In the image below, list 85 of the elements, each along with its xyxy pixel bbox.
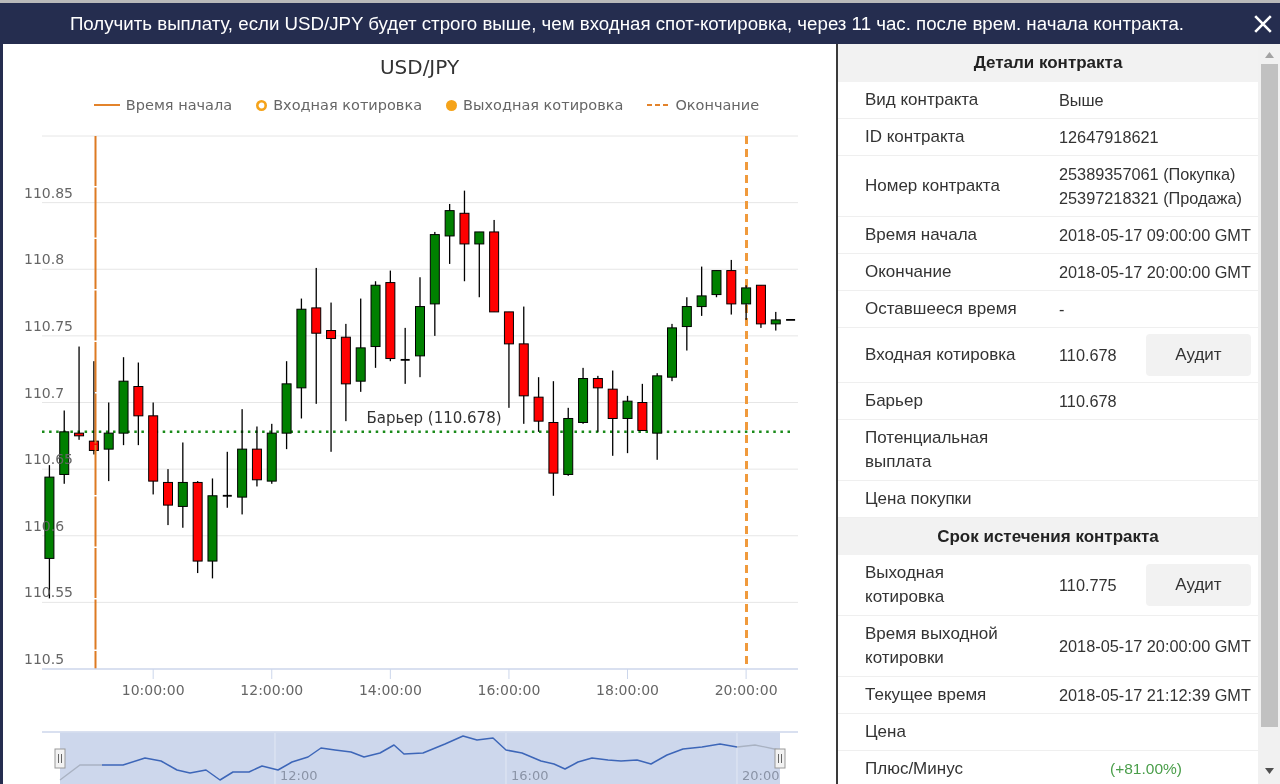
tick-label: 18:00:00: [596, 682, 659, 698]
dashed-line-icon: [647, 104, 670, 106]
candlestick: [786, 319, 796, 321]
field-value: 2018-05-17 09:00:00 GMT: [1059, 225, 1251, 246]
field-label: ID контракта: [864, 126, 966, 148]
field-label: Окончание: [864, 261, 953, 283]
field-label: Оставшееся время: [864, 298, 1018, 320]
candlestick: [533, 377, 544, 432]
field-value: 2018-05-17 21:12:39 GMT: [1059, 685, 1251, 706]
legend-item[interactable]: Время начала: [93, 95, 233, 115]
field-label: Цена покупки: [864, 488, 973, 510]
line-icon: [93, 104, 120, 106]
candlestick: [578, 367, 589, 424]
tick-label: 16:00:00: [477, 682, 541, 698]
barrier-label: Барьер (110.678): [366, 408, 502, 427]
tick-label: 10:00:00: [121, 682, 185, 698]
candlestick: [637, 383, 648, 431]
candlestick: [444, 203, 455, 264]
chart-title: USD/JPY: [378, 55, 461, 79]
axis-label: 12:00: [280, 768, 318, 783]
candlestick: [726, 259, 737, 315]
field-value: 110.678: [1059, 345, 1117, 366]
candlestick: [251, 426, 262, 487]
tick-label: 110.85: [24, 184, 73, 201]
audit-button[interactable]: Аудит: [1146, 564, 1251, 606]
ring-icon: [256, 99, 268, 111]
section-header: Срок истечения контракта: [838, 518, 1258, 555]
section-header: Детали контракта: [838, 44, 1258, 82]
field-value: -: [1059, 299, 1065, 320]
audit-button[interactable]: Аудит: [1146, 334, 1251, 376]
field-value: 2018-05-17 20:00:00 GMT: [1059, 262, 1251, 283]
tick-label: 110.75: [24, 317, 73, 334]
candlestick: [681, 297, 692, 351]
field-value: 110.678: [1059, 391, 1117, 412]
tick-label: 20:00:00: [714, 682, 778, 698]
legend-item[interactable]: Окончание: [647, 95, 760, 115]
legend-item[interactable]: Выходная котировка: [446, 95, 624, 115]
field-label: Выходная котировка: [864, 562, 946, 608]
field-label: Текущее время: [864, 684, 988, 706]
field-value: 12647918621: [1059, 127, 1159, 148]
tick-label: 110.5: [24, 651, 65, 667]
field-value: 25389357061 (Покупка): [1059, 164, 1237, 185]
candlestick: [266, 423, 277, 484]
field-label: Плюс/Минус: [864, 758, 964, 780]
range-handle[interactable]: [774, 748, 786, 769]
candlestick: [400, 327, 410, 384]
dialog-title: Получить выплату, если USD/JPY будет строго выше, чем входная спот-котировка, через 11 час. после врем. начала контракта.: [68, 12, 1186, 35]
tick-label: 12:00:00: [240, 682, 304, 698]
candlestick: [474, 231, 485, 298]
dot-icon: [446, 99, 458, 111]
field-label: Потенциальная выплата: [864, 427, 990, 473]
field-label: Вид контракта: [864, 89, 980, 111]
field-label: Барьер: [864, 390, 924, 412]
candlestick: [592, 375, 603, 432]
percent-change: (+81.00%): [1110, 759, 1182, 779]
field-label: Время выходной котировки: [864, 623, 999, 669]
close-button[interactable]: [1254, 14, 1272, 33]
close-icon: [1254, 14, 1272, 33]
tick-label: 110.7: [24, 384, 65, 401]
field-label: Цена: [864, 721, 907, 743]
field-value: 110.775: [1059, 575, 1117, 596]
legend-item[interactable]: Входная котировка: [256, 95, 423, 115]
scrollbar-thumb[interactable]: [1260, 64, 1278, 727]
field-label: Входная котировка: [864, 344, 1017, 366]
scroll-down-icon[interactable]: [1264, 768, 1274, 774]
candlestick: [667, 323, 677, 382]
candlestick: [622, 395, 633, 454]
axis-label: 20:00: [742, 768, 780, 783]
candlestick: [222, 451, 232, 508]
tick-label: 14:00:00: [358, 682, 422, 698]
candlestick: [770, 311, 781, 331]
candlestick: [741, 285, 752, 320]
field-value: 25397218321 (Продажа): [1059, 188, 1242, 209]
field-value: 2018-05-17 20:00:00 GMT: [1059, 636, 1251, 657]
axis-label: 16:00: [511, 768, 549, 783]
candlestick: [563, 407, 574, 476]
candlestick: [696, 266, 707, 316]
tick-label: 110.8: [24, 251, 65, 268]
candlestick: [755, 284, 766, 328]
field-label: Номер контракта: [864, 175, 1001, 197]
candlestick: [163, 469, 173, 526]
field-value: Выше: [1059, 90, 1104, 111]
field-label: Время начала: [864, 224, 979, 246]
candlestick: [711, 270, 722, 298]
range-handle[interactable]: [54, 748, 66, 769]
